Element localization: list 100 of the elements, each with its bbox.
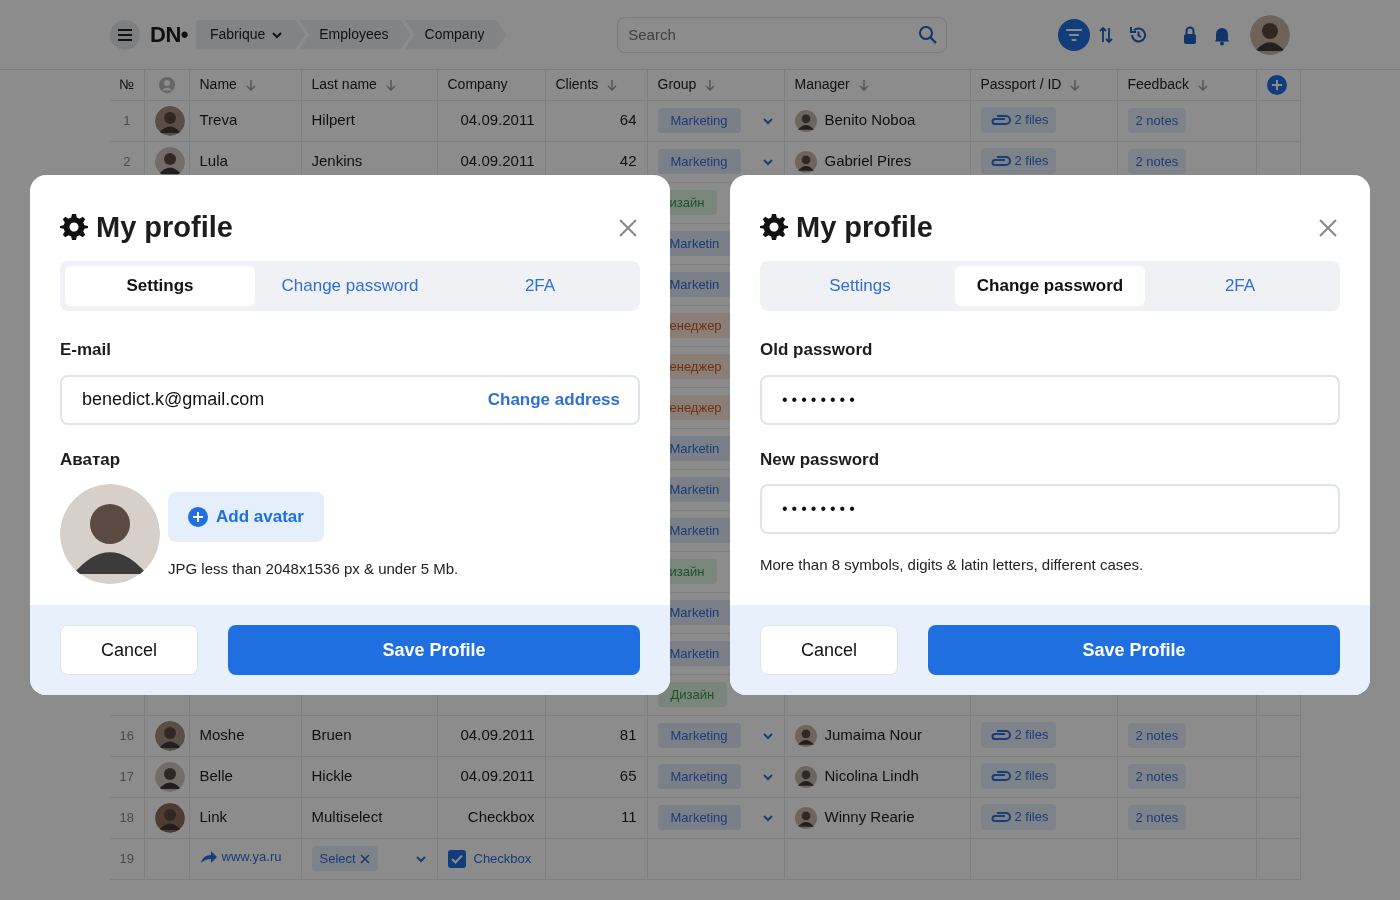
tab[interactable]: 2FA	[1145, 266, 1335, 306]
field-label: Old password	[760, 339, 874, 361]
search-box[interactable]: Search	[617, 16, 948, 53]
avatar	[154, 105, 185, 136]
link[interactable]: www.ya.ru	[199, 846, 282, 867]
sort-arrow-icon[interactable]	[244, 78, 257, 91]
column-header[interactable]: Manager	[794, 74, 850, 96]
breadcrumb[interactable]: Fabrique	[196, 19, 306, 50]
tab[interactable]: Settings	[65, 266, 255, 306]
sort-arrow-icon[interactable]	[1069, 78, 1082, 91]
breadcrumb[interactable]: Company	[404, 19, 507, 50]
notes-link[interactable]: 2 notes	[1127, 107, 1187, 134]
group-tag: Дизайн	[657, 681, 728, 708]
paperclip-icon	[988, 113, 1011, 128]
column-header[interactable]: Name	[199, 74, 237, 96]
group-tag: Marketing	[657, 148, 741, 175]
column-header[interactable]: №	[119, 74, 135, 96]
remove-icon[interactable]	[359, 853, 370, 864]
group-tag: Marketing	[657, 722, 741, 749]
table-cell: 65	[619, 767, 637, 785]
select-chip[interactable]: Select	[311, 845, 378, 872]
notes-link[interactable]: 2 notes	[1127, 148, 1187, 175]
column-header[interactable]: Feedback	[1127, 74, 1189, 96]
email-field[interactable]: benedict.k@gmail.com	[80, 376, 488, 423]
table-cell: 04.09.2011	[460, 767, 535, 785]
column-header[interactable]: Group	[657, 74, 697, 96]
field-label: New password	[760, 448, 881, 471]
table-cell: 81	[619, 726, 637, 744]
field-label: E-mail	[60, 339, 113, 361]
search-icon	[918, 24, 939, 45]
files-link[interactable]: 2 files	[980, 148, 1057, 174]
avatar	[794, 150, 817, 173]
search-field[interactable]: Search	[626, 17, 919, 52]
table-cell: 64	[619, 111, 637, 129]
field-label: Аватар	[60, 448, 122, 471]
tab[interactable]: 2FA	[445, 266, 635, 306]
sort-arrow-icon[interactable]	[1197, 78, 1209, 91]
notes-link[interactable]: 2 notes	[1127, 804, 1187, 831]
table-cell: Moshe	[199, 726, 245, 744]
files-link[interactable]: 2 files	[980, 107, 1057, 133]
user-avatar[interactable]	[1250, 14, 1290, 55]
menu-icon	[117, 27, 133, 42]
avatar	[154, 761, 185, 792]
notes-link[interactable]: 2 notes	[1127, 763, 1187, 790]
table-cell: 04.09.2011	[460, 152, 535, 170]
checkbox-label: Checkbox	[473, 849, 532, 868]
avatar	[154, 720, 185, 751]
paperclip-icon	[988, 728, 1011, 743]
column-header[interactable]: Passport / ID	[980, 74, 1062, 96]
save-button[interactable]: Save Profile	[228, 625, 640, 675]
table-cell: Belle	[199, 767, 233, 785]
dialog-title: My profile	[796, 209, 933, 245]
table-cell-text: Winny Rearie	[824, 807, 915, 828]
row-number: 17	[119, 768, 134, 784]
sort-arrow-icon[interactable]	[606, 78, 619, 91]
table-cell: Link	[199, 808, 228, 826]
avatar	[794, 109, 817, 132]
add-column-icon[interactable]	[1266, 75, 1287, 96]
notes-link[interactable]: 2 notes	[1127, 722, 1187, 749]
files-link[interactable]: 2 files	[980, 722, 1057, 748]
avatar	[794, 724, 817, 747]
change-address-link[interactable]: Change address	[487, 386, 620, 413]
add-avatar-button[interactable]: Add avatar	[168, 492, 324, 542]
files-link[interactable]: 2 files	[980, 804, 1057, 830]
save-button[interactable]: Save Profile	[928, 625, 1340, 675]
paperclip-icon	[988, 154, 1011, 169]
table-cell: Treva	[199, 111, 238, 129]
menu-button[interactable]	[110, 19, 140, 50]
gear-icon	[60, 213, 88, 241]
table-cell: Jenkins	[311, 152, 363, 170]
tab[interactable]: Change password	[955, 266, 1145, 306]
column-header[interactable]: Last name	[311, 74, 377, 96]
hint-text: More than 8 symbols, digits & latin letters, different cases.	[760, 555, 1145, 575]
tab[interactable]: Settings	[765, 266, 955, 306]
input-box[interactable]: benedict.k@gmail.com Change address	[60, 374, 640, 425]
row-number: 16	[119, 727, 134, 743]
sort-arrow-icon[interactable]	[384, 78, 397, 91]
table-cell: Hickle	[311, 767, 353, 785]
paperclip-icon	[988, 810, 1011, 825]
filter-button[interactable]	[1058, 18, 1090, 51]
cancel-button[interactable]: Cancel	[60, 625, 198, 675]
logo[interactable]: DN•	[150, 18, 188, 51]
plus-icon	[188, 507, 208, 527]
cancel-button[interactable]: Cancel	[760, 625, 898, 675]
table-cell: 11	[620, 808, 637, 826]
checkbox[interactable]	[447, 849, 466, 868]
row-number: 19	[119, 850, 134, 866]
sort-arrow-icon[interactable]	[857, 78, 870, 91]
tab[interactable]: Change password	[255, 266, 445, 306]
row-number: 1	[123, 112, 131, 128]
table-cell: 42	[619, 152, 637, 170]
table-cell: 04.09.2011	[460, 111, 535, 129]
row-number: 2	[123, 153, 131, 169]
column-header[interactable]: Clients	[555, 74, 599, 96]
sort-arrow-icon[interactable]	[704, 78, 717, 91]
breadcrumb[interactable]: Employees	[299, 19, 411, 50]
files-link[interactable]: 2 files	[980, 763, 1057, 789]
group-tag: Marketing	[657, 763, 741, 790]
column-header[interactable]: Company	[447, 74, 508, 96]
table-cell: Bruen	[311, 726, 352, 744]
